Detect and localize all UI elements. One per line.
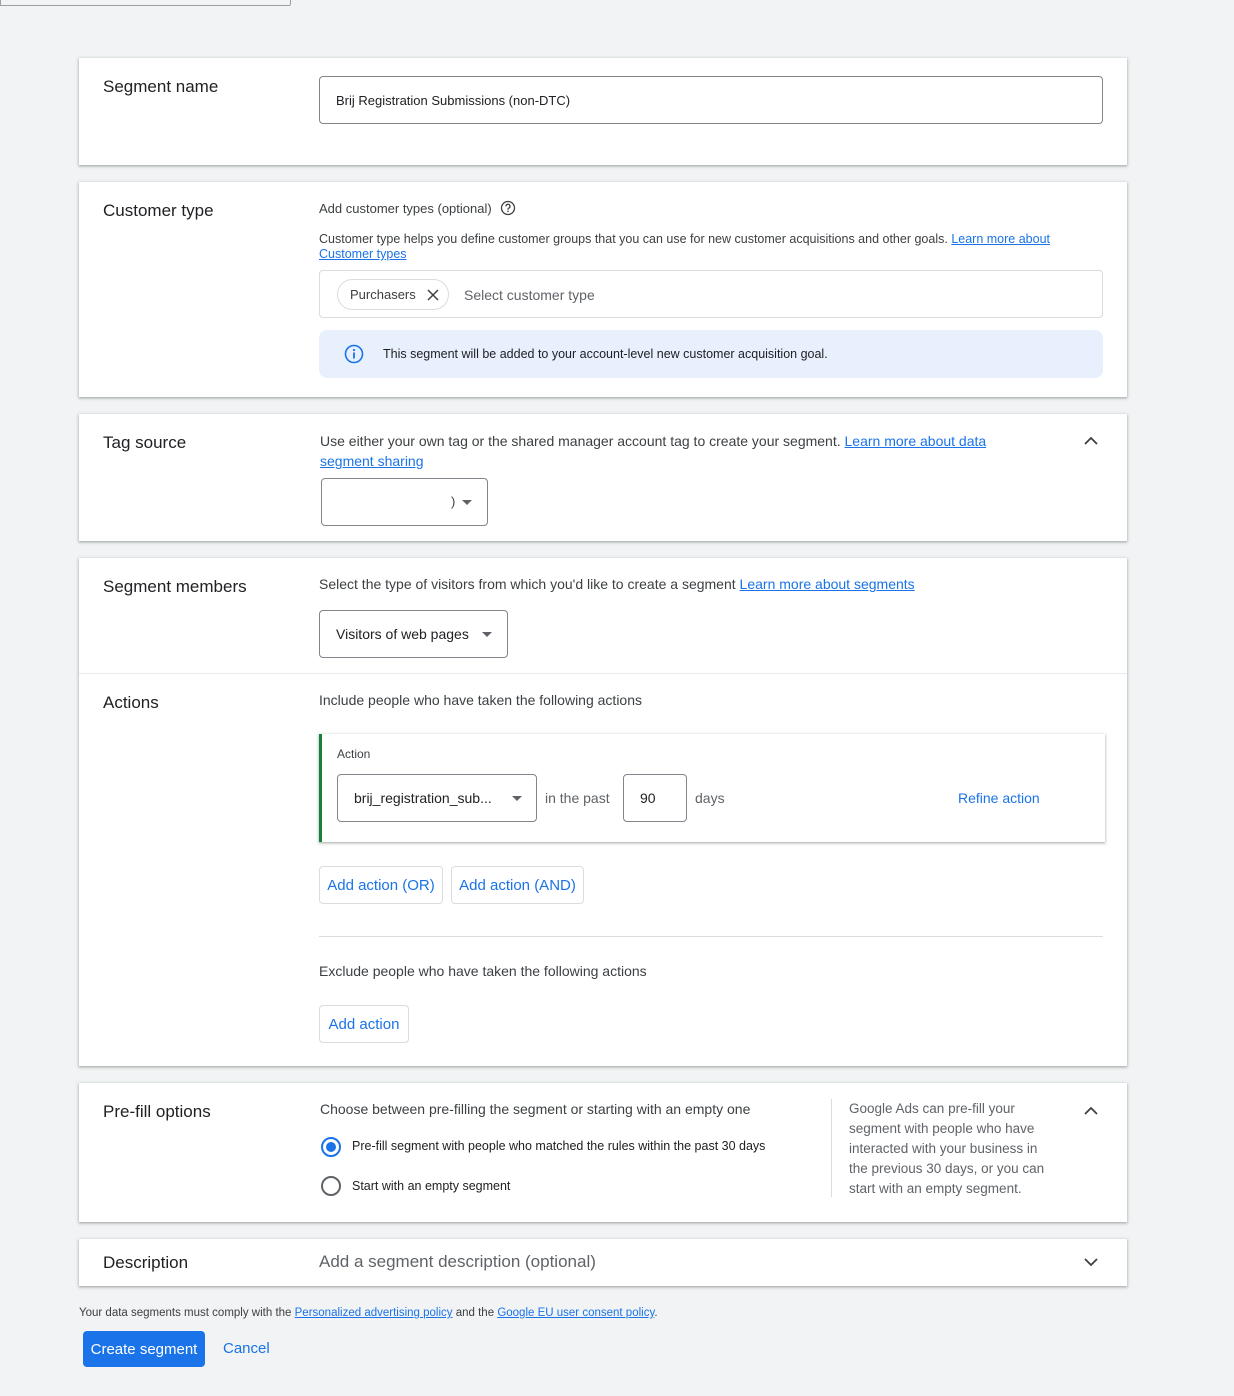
days-text: days [695, 790, 725, 806]
info-icon [344, 344, 364, 364]
option-1-label: Pre-fill segment with people who matched… [352, 1139, 766, 1153]
prefill-label: Pre-fill options [103, 1102, 211, 1121]
segment-name-value: Brij Registration Submissions (non-DTC) [336, 93, 571, 108]
description-placeholder: Add a segment description (optional) [319, 1252, 596, 1271]
prefill-card: Pre-fill options Choose between pre-fill… [79, 1083, 1127, 1222]
cancel-button[interactable]: Cancel [223, 1340, 270, 1357]
chip-label: Purchasers [350, 287, 416, 302]
customer-type-description: Customer type helps you define customer … [319, 232, 1050, 261]
close-icon[interactable] [426, 288, 440, 302]
collapse-chevron-up-icon[interactable] [1081, 1101, 1101, 1121]
customer-type-select[interactable]: Purchasers Select customer type [319, 270, 1103, 318]
segment-name-input[interactable]: Brij Registration Submissions (non-DTC) [319, 76, 1103, 124]
add-action-or-button[interactable]: Add action (OR) [319, 866, 443, 904]
customer-type-subtitle: Add customer types (optional) [319, 200, 492, 216]
info-banner: This segment will be added to your accou… [319, 330, 1103, 378]
customer-type-placeholder: Select customer type [464, 287, 595, 303]
personalized-advertising-policy-link[interactable]: Personalized advertising policy [295, 1307, 453, 1319]
help-icon[interactable] [500, 200, 516, 216]
learn-more-customer-types-link[interactable]: Learn more about [951, 232, 1050, 246]
collapse-chevron-up-icon[interactable] [1081, 431, 1101, 451]
action-select[interactable]: brij_registration_sub... [337, 774, 537, 822]
learn-more-data-sharing-link-2[interactable]: segment sharing [320, 453, 424, 469]
tag-source-value: ) [451, 494, 456, 509]
info-text: This segment will be added to your accou… [383, 347, 828, 361]
chevron-down-icon [462, 500, 472, 505]
tag-source-card: Tag source Use either your own tag or th… [79, 414, 1127, 541]
in-the-past-text: in the past [545, 790, 610, 806]
action-label: Action [337, 747, 371, 761]
description-card[interactable]: Description Add a segment description (o… [79, 1239, 1127, 1286]
radio-empty[interactable] [321, 1176, 341, 1196]
days-input[interactable]: 90 [623, 774, 687, 822]
prefill-help-divider [831, 1099, 832, 1197]
chevron-down-icon [512, 796, 522, 801]
exclude-divider [319, 936, 1103, 937]
action-value: brij_registration_sub... [354, 790, 492, 806]
segment-members-label: Segment members [103, 577, 247, 596]
include-text: Include people who have taken the follow… [319, 692, 642, 708]
prefill-description: Choose between pre-filling the segment o… [320, 1101, 751, 1117]
segment-members-select[interactable]: Visitors of web pages [319, 610, 508, 658]
customer-type-card: Customer type Add customer types (option… [79, 182, 1127, 397]
tag-source-label: Tag source [103, 433, 187, 452]
customer-type-label: Customer type [103, 201, 214, 220]
add-exclude-action-button[interactable]: Add action [319, 1005, 409, 1043]
create-segment-button[interactable]: Create segment [83, 1331, 205, 1367]
refine-action-button[interactable]: Refine action [958, 790, 1040, 806]
learn-more-customer-types-link-2[interactable]: Customer types [319, 247, 407, 261]
segment-members-value: Visitors of web pages [336, 626, 469, 642]
prefill-help-text: Google Ads can pre-fill your segment wit… [849, 1101, 1045, 1196]
action-box: Action brij_registration_sub... in the p… [319, 734, 1105, 842]
customer-type-subtitle-row: Add customer types (optional) [319, 200, 516, 216]
tag-source-select[interactable]: ) [321, 478, 488, 526]
description-label: Description [103, 1253, 189, 1272]
segment-members-description: Select the type of visitors from which y… [319, 576, 915, 592]
exclude-text: Exclude people who have taken the follow… [319, 963, 647, 979]
purchasers-chip[interactable]: Purchasers [337, 279, 449, 310]
learn-more-segments-link[interactable]: Learn more about segments [740, 576, 915, 592]
tag-source-description: Use either your own tag or the shared ma… [320, 433, 987, 469]
expand-chevron-down-icon[interactable] [1081, 1252, 1101, 1272]
radio-prefill[interactable] [321, 1137, 341, 1157]
section-divider [79, 673, 1127, 674]
chevron-down-icon [482, 632, 492, 637]
eu-user-consent-policy-link[interactable]: Google EU user consent policy [497, 1307, 654, 1319]
prefill-option-2[interactable]: Start with an empty segment [321, 1176, 801, 1196]
segment-members-card: Segment members Select the type of visit… [79, 558, 1127, 1066]
top-dropdown-edge [0, 0, 291, 6]
prefill-option-1[interactable]: Pre-fill segment with people who matched… [321, 1137, 801, 1157]
segment-name-label: Segment name [103, 77, 219, 96]
learn-more-data-sharing-link[interactable]: Learn more about data [845, 433, 987, 449]
option-2-label: Start with an empty segment [352, 1179, 511, 1193]
segment-name-card: Segment name Brij Registration Submissio… [79, 58, 1127, 165]
add-action-and-button[interactable]: Add action (AND) [451, 866, 584, 904]
policy-text: Your data segments must comply with the … [79, 1307, 658, 1319]
actions-label: Actions [103, 693, 159, 712]
days-value: 90 [640, 790, 656, 806]
